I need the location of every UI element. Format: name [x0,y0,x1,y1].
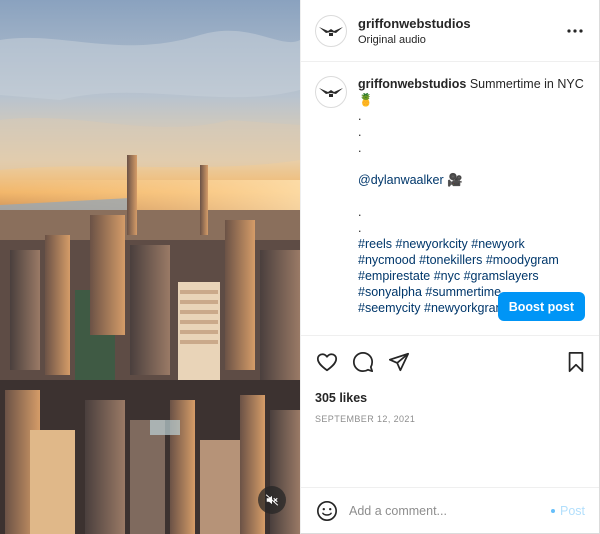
caption-hashtags[interactable]: #nycmood #tonekillers #moodygram [358,252,585,268]
caption-username[interactable]: griffonwebstudios [358,77,466,91]
heart-icon [316,353,338,372]
comment-button[interactable] [351,350,375,374]
header-username[interactable]: griffonwebstudios [358,16,563,31]
caption-dot: . [358,109,362,123]
mute-button[interactable] [258,486,286,514]
post-header: griffonwebstudios Original audio [301,0,599,62]
more-options-button[interactable] [563,19,587,43]
emoji-icon [317,500,337,521]
caption-section: griffonwebstudios Summertime in NYC 🍍 . … [301,62,599,336]
caption-dot: . [358,125,362,139]
caption-hashtags[interactable]: #reels #newyorkcity #newyork [358,236,585,252]
audio-label[interactable]: Original audio [358,34,563,46]
caption-hashtags[interactable]: #empirestate #nyc #gramslayers [358,268,585,284]
muted-speaker-icon [265,494,279,506]
post-date: SEPTEMBER 12, 2021 [315,414,416,424]
boost-post-button[interactable]: Boost post [497,292,585,321]
caption-text: griffonwebstudios Summertime in NYC 🍍 . … [358,76,585,316]
griffon-logo-icon [319,26,343,36]
griffon-logo-icon [319,88,343,97]
post-details-panel: griffonwebstudios Original audio griffon… [300,0,600,534]
action-bar [301,336,599,388]
avatar[interactable] [315,14,347,47]
loading-dot [550,508,555,513]
likes-count[interactable]: 305 likes [301,388,599,408]
post-comment-button[interactable]: Post [550,503,585,518]
more-options-icon [567,28,583,33]
comment-input[interactable] [349,503,551,518]
like-button[interactable] [315,350,339,374]
emoji-button[interactable] [315,499,339,523]
save-button[interactable] [564,350,588,374]
bookmark-icon [568,351,584,373]
post-comment-label: Post [559,503,585,518]
share-button[interactable] [387,350,411,374]
post-video[interactable] [0,0,300,534]
caption-dot: . [358,141,362,155]
nyc-skyline-image [0,0,300,534]
caption-avatar[interactable] [315,76,347,108]
instagram-post: griffonwebstudios Original audio griffon… [0,0,600,534]
comment-bar: Post [301,487,599,533]
caption-dot: . [358,221,362,235]
share-icon [388,352,410,372]
caption-mention[interactable]: @dylanwaalker 🎥 [358,172,585,188]
comment-icon [352,351,374,373]
caption-dot: . [358,205,362,219]
